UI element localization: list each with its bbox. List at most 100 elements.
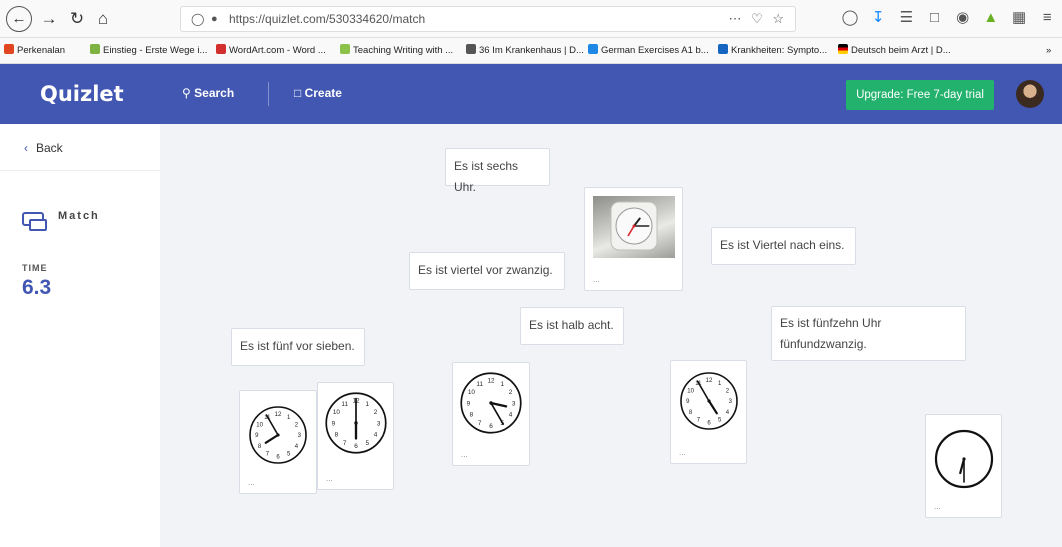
bookmark-icon	[340, 44, 350, 54]
quizlet-header: Quizlet ⚲ Search □ Create Upgrade: Free …	[0, 64, 1062, 124]
clock-icon: 123456789101112	[249, 406, 307, 464]
clock-numeral: 3	[512, 400, 516, 407]
clock-numeral: 8	[470, 412, 474, 419]
browser-forward-icon[interactable]: →	[36, 6, 62, 32]
bookmark-item[interactable]: Teaching Writing with ...	[340, 38, 453, 63]
clock-numeral: 9	[467, 400, 471, 407]
clock-icon: 123456789101112	[680, 372, 738, 430]
reload-icon[interactable]: ↻	[64, 6, 90, 32]
lock-icon: ●	[211, 13, 218, 25]
avatar[interactable]	[1016, 80, 1044, 108]
bookmark-item[interactable]: Perkenalan	[4, 38, 65, 63]
clock-numeral: 5	[366, 440, 370, 447]
term-tile[interactable]: Es ist fünfzehn Uhr fünfundzwanzig.	[771, 306, 966, 361]
image-tile[interactable]: 123456789101112 ...	[452, 362, 530, 466]
bookmark-item[interactable]: Einstieg - Erste Wege i...	[90, 38, 207, 63]
search-button[interactable]: ⚲ Search	[182, 86, 234, 100]
nav-divider	[268, 82, 269, 106]
account-icon[interactable]: ◉	[951, 8, 975, 26]
browser-toolbar: ← → ↻ ⌂ ◯ ● https://quizlet.com/53033462…	[0, 0, 1062, 38]
address-bar[interactable]: ◯ ● https://quizlet.com/530334620/match …	[180, 6, 796, 32]
download-icon[interactable]: ↧	[866, 8, 890, 26]
bookmark-item[interactable]: WordArt.com - Word ...	[216, 38, 326, 63]
clock-numeral: 4	[509, 412, 513, 419]
home-icon[interactable]: ⌂	[90, 6, 116, 32]
image-tile-dots: ...	[326, 474, 333, 483]
clock-numeral: 12	[706, 378, 713, 384]
bookmark-icon	[588, 44, 598, 54]
bookmark-item[interactable]: Krankheiten: Sympto...	[718, 38, 827, 63]
upgrade-button[interactable]: Upgrade: Free 7-day trial	[846, 80, 994, 110]
image-tile[interactable]: 123456789101112 ...	[670, 360, 747, 464]
clock-numeral: 10	[687, 389, 694, 395]
puzzle-icon[interactable]: ▦	[1007, 8, 1031, 26]
match-icon	[22, 212, 47, 231]
bookmarks-bar: Perkenalan Einstieg - Erste Wege i... Wo…	[0, 38, 1062, 64]
page-actions-icon[interactable]: ⋯ ♡ ☆	[728, 7, 787, 31]
shield-icon: ◯	[191, 12, 205, 26]
image-tile-dots: ...	[593, 275, 600, 284]
clock-center	[962, 457, 966, 461]
bookmark-item[interactable]: 36 Im Krankenhaus | D...	[466, 38, 584, 63]
bookmark-item[interactable]: Deutsch beim Arzt | D...	[838, 38, 951, 63]
photo-clock-face	[610, 201, 658, 251]
image-tile[interactable]: 123456789101112 ...	[317, 382, 394, 490]
term-tile[interactable]: Es ist Viertel nach eins.	[711, 227, 856, 265]
extension-icon[interactable]: ▲	[979, 9, 1003, 26]
term-tile[interactable]: Es ist viertel vor zwanzig.	[409, 252, 565, 290]
clock-numeral: 10	[468, 389, 476, 396]
clock-numeral: 3	[377, 420, 381, 427]
image-tile[interactable]: ...	[925, 414, 1002, 518]
menu-icon[interactable]: ≡	[1035, 9, 1059, 26]
mode-label: Match	[58, 210, 100, 222]
clock-numeral: 10	[333, 409, 341, 416]
url-text: https://quizlet.com/530334620/match	[229, 12, 426, 26]
clock-center	[707, 399, 711, 403]
create-button[interactable]: □ Create	[294, 86, 342, 100]
time-value: 6.3	[22, 276, 52, 299]
bookmark-item[interactable]: German Exercises A1 b...	[588, 38, 709, 63]
clock-icon: 123456789101112	[325, 392, 387, 454]
image-tile[interactable]: 123456789101112 ...	[239, 390, 317, 494]
time-label: TIME	[22, 263, 48, 273]
clock-center	[489, 401, 493, 405]
bookmark-icon	[90, 44, 100, 54]
quizlet-logo[interactable]: Quizlet	[40, 82, 124, 106]
clock-numeral: 6	[489, 423, 493, 430]
divider	[0, 170, 160, 171]
bookmark-icon	[216, 44, 226, 54]
clock-numeral: 1	[366, 401, 370, 408]
clock-numeral: 11	[341, 401, 348, 408]
clock-numeral: 1	[501, 381, 505, 388]
term-tile[interactable]: Es ist sechs Uhr.	[445, 148, 550, 194]
clock-numeral: 12	[487, 378, 495, 385]
clock-center	[276, 433, 280, 437]
create-icon: □	[294, 86, 302, 100]
sidebar-icon[interactable]: □	[923, 9, 947, 26]
clock-numeral: 11	[476, 381, 483, 388]
clock-numeral: 4	[374, 432, 378, 439]
clock-icon: 123456789101112	[460, 372, 522, 434]
browser-tool-icons: ◯ ↧ ☰ □ ◉ ▲ ▦ ≡	[838, 8, 1059, 26]
clock-numeral: 2	[374, 409, 378, 416]
term-tile[interactable]: Es ist halb acht.	[520, 307, 624, 345]
image-tile-dots: ...	[461, 450, 468, 459]
library-icon[interactable]: ☰	[894, 8, 918, 26]
clock-icon	[934, 429, 994, 489]
clock-numeral: 12	[275, 412, 282, 418]
term-tile[interactable]: Es ist fünf vor sieben.	[231, 328, 365, 366]
image-tile-dots: ...	[934, 502, 941, 511]
bookmarks-overflow-icon[interactable]: »	[1046, 38, 1051, 63]
image-tile-dots: ...	[248, 478, 255, 487]
clock-numeral: 9	[332, 420, 336, 427]
match-game-area: Es ist sechs Uhr. Es ist viertel vor zwa…	[160, 124, 1062, 547]
clock-numeral: 7	[478, 420, 482, 427]
bookmark-icon	[718, 44, 728, 54]
chevron-left-icon: ‹	[24, 141, 28, 155]
back-button[interactable]: ‹ Back	[24, 141, 63, 155]
image-tile[interactable]: ...	[584, 187, 683, 291]
translate-icon[interactable]: ◯	[838, 8, 862, 26]
browser-back-icon[interactable]: ←	[6, 6, 32, 32]
alarm-clock-photo	[593, 196, 675, 258]
clock-numeral: 7	[343, 440, 347, 447]
